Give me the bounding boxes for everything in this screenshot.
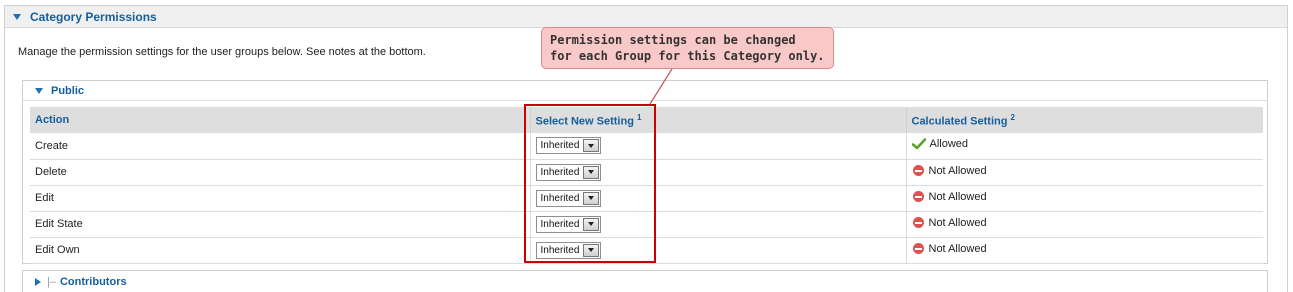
setting-select-delete[interactable]: Inherited [535, 163, 602, 181]
calculated-cell: Not Allowed [906, 237, 1263, 264]
status-not-allowed: Not Allowed [912, 243, 987, 255]
header-action-label: Action [35, 114, 70, 126]
permissions-table: Action Select New Setting 1 Calculated S… [30, 107, 1263, 264]
header-action: Action [30, 107, 531, 133]
no-entry-icon [912, 217, 924, 229]
select-value: Inherited [540, 166, 580, 178]
dropdown-arrow-icon[interactable] [583, 217, 600, 231]
expand-triangle-icon[interactable] [35, 87, 43, 94]
select-cell: Inherited [530, 211, 907, 238]
no-entry-icon [912, 243, 924, 255]
group-title-public: Public [51, 84, 85, 97]
action-cell: Delete [30, 159, 531, 186]
table-header-row: Action Select New Setting 1 Calculated S… [30, 107, 1263, 133]
permissions-description: Manage the permission settings for the u… [18, 46, 426, 58]
action-cell: Edit Own [30, 237, 531, 264]
calculated-cell: Allowed [906, 133, 1263, 160]
select-cell: Inherited [530, 133, 907, 160]
select-value: Inherited [540, 218, 580, 230]
select-cell: Inherited [530, 237, 907, 264]
footnote-2: 2 [1010, 112, 1015, 122]
setting-select-edit[interactable]: Inherited [535, 189, 602, 207]
action-cell: Edit [30, 185, 531, 212]
group-header-public[interactable]: Public [23, 81, 1267, 101]
header-calculated-label: Calculated Setting [911, 115, 1008, 128]
check-icon [911, 138, 926, 150]
select-value: Inherited [540, 244, 580, 256]
setting-select-create[interactable]: Inherited [535, 137, 602, 155]
status-allowed: Allowed [911, 138, 969, 151]
group-panel-public: Public Action Select New Setting 1 Calcu… [22, 80, 1268, 264]
table-row: Edit Own Inherited Not Allowed [30, 237, 1263, 264]
table-row: Edit Inherited Not Allowed [30, 185, 1263, 212]
status-text: Not Allowed [928, 190, 987, 203]
dropdown-arrow-icon[interactable] [583, 165, 600, 179]
status-text: Not Allowed [928, 216, 987, 229]
select-value: Inherited [540, 140, 580, 152]
select-value: Inherited [540, 192, 580, 204]
setting-select-edit-state[interactable]: Inherited [535, 215, 602, 233]
panel-title: Category Permissions [30, 9, 157, 24]
status-not-allowed: Not Allowed [912, 165, 987, 177]
select-cell: Inherited [530, 185, 907, 212]
select-cell: Inherited [530, 159, 907, 186]
table-row: Create Inherited Allowed [30, 133, 1263, 160]
group-title-contributors: Contributors [59, 275, 127, 288]
status-text: Not Allowed [928, 164, 987, 177]
action-cell: Create [30, 133, 531, 160]
no-entry-icon [912, 165, 924, 177]
calculated-cell: Not Allowed [906, 159, 1263, 186]
calculated-cell: Not Allowed [906, 185, 1263, 212]
tree-indent-marker: |– [47, 275, 56, 288]
setting-select-edit-own[interactable]: Inherited [535, 241, 602, 259]
status-text: Not Allowed [928, 242, 987, 255]
table-row: Edit State Inherited Not Allowed [30, 211, 1263, 238]
dropdown-arrow-icon[interactable] [583, 191, 600, 205]
group-header-contributors[interactable]: |– Contributors [22, 270, 1268, 292]
header-calculated-setting: Calculated Setting 2 [906, 107, 1263, 133]
dropdown-arrow-icon[interactable] [583, 243, 600, 257]
footnote-1: 1 [636, 112, 642, 122]
status-not-allowed: Not Allowed [912, 217, 987, 229]
table-row: Delete Inherited Not Allowed [30, 159, 1263, 186]
category-permissions-header[interactable]: Category Permissions [5, 6, 1287, 28]
status-not-allowed: Not Allowed [912, 191, 987, 203]
header-select-new-setting: Select New Setting 1 [530, 107, 907, 133]
header-select-label: Select New Setting [535, 115, 634, 128]
collapse-triangle-icon[interactable] [13, 13, 21, 20]
no-entry-icon [912, 191, 924, 203]
status-text: Allowed [929, 138, 969, 151]
expand-triangle-icon[interactable] [35, 277, 41, 286]
annotation-callout: Permission settings can be changed for e… [541, 27, 834, 69]
dropdown-arrow-icon[interactable] [583, 139, 600, 153]
action-cell: Edit State [30, 211, 531, 238]
callout-line-2: for each Group for this Category only. [550, 49, 825, 63]
callout-line-1: Permission settings can be changed [550, 33, 796, 47]
calculated-cell: Not Allowed [906, 211, 1263, 238]
